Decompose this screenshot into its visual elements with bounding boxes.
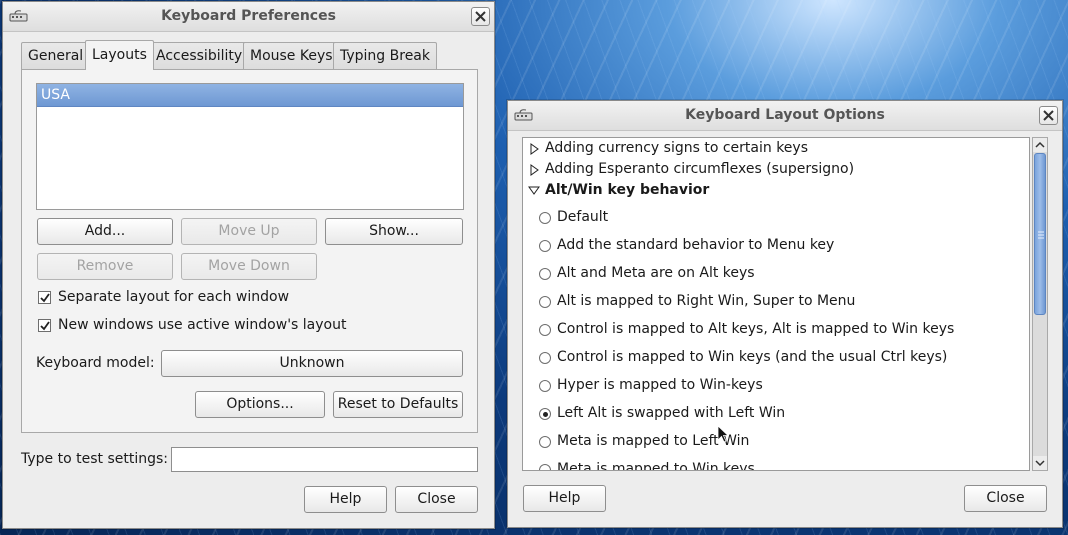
option-label: Control is mapped to Alt keys, Alt is ma…	[557, 321, 955, 337]
option-row-selected[interactable]: Left Alt is swapped with Left Win	[523, 404, 1029, 432]
option-label: Hyper is mapped to Win-keys	[557, 377, 763, 393]
close-icon	[1043, 110, 1054, 121]
option-radio[interactable]	[539, 268, 551, 280]
test-settings-input[interactable]	[171, 447, 478, 472]
mouse-pointer-icon	[717, 425, 730, 443]
triangle-down-icon[interactable]	[528, 186, 540, 196]
option-row[interactable]: Alt and Meta are on Alt keys	[523, 264, 1029, 292]
tree-group-esperanto[interactable]: Adding Esperanto circumflexes (supersign…	[523, 160, 1029, 181]
separate-layout-checkbox[interactable]	[38, 291, 51, 304]
separate-layout-label: Separate layout for each window	[58, 289, 290, 305]
tab-layouts[interactable]: Layouts	[85, 40, 154, 70]
option-label: Alt and Meta are on Alt keys	[557, 265, 755, 281]
option-radio[interactable]	[539, 212, 551, 224]
remove-layout-button[interactable]: Remove	[37, 253, 173, 280]
option-radio[interactable]	[539, 240, 551, 252]
test-settings-label: Type to test settings:	[21, 451, 168, 467]
option-row[interactable]: Control is mapped to Win keys (and the u…	[523, 348, 1029, 376]
option-row[interactable]: Default	[523, 208, 1029, 236]
options-help-button[interactable]: Help	[523, 485, 606, 512]
keyboard-model-label: Keyboard model:	[36, 355, 155, 371]
tree-group-label: Adding currency signs to certain keys	[545, 140, 808, 156]
options-window-title: Keyboard Layout Options	[685, 107, 885, 123]
move-down-button[interactable]: Move Down	[181, 253, 317, 280]
options-button[interactable]: Options...	[195, 391, 325, 418]
option-row[interactable]: Alt is mapped to Right Win, Super to Men…	[523, 292, 1029, 320]
options-close-button[interactable]: Close	[964, 485, 1047, 512]
option-label: Alt is mapped to Right Win, Super to Men…	[557, 293, 856, 309]
grip-icon	[1038, 231, 1044, 239]
option-row[interactable]: Add the standard behavior to Menu key	[523, 236, 1029, 264]
options-titlebar[interactable]: Keyboard Layout Options	[508, 101, 1062, 131]
option-radio[interactable]	[539, 324, 551, 336]
checkmark-icon	[40, 321, 50, 331]
tree-group-alt-win[interactable]: Alt/Win key behavior	[523, 181, 1029, 202]
prefs-window-title: Keyboard Preferences	[161, 8, 336, 24]
scroll-up-arrow[interactable]	[1033, 138, 1047, 152]
layout-row-usa[interactable]: USA	[37, 84, 463, 107]
chevron-down-icon	[1035, 460, 1045, 467]
triangle-right-icon[interactable]	[530, 143, 540, 155]
option-radio[interactable]	[539, 464, 551, 470]
scroll-thumb[interactable]	[1034, 153, 1046, 315]
options-scrollbar[interactable]	[1032, 137, 1048, 471]
show-layout-button[interactable]: Show...	[325, 218, 463, 245]
checkmark-icon	[40, 293, 50, 303]
layout-list[interactable]: USA	[36, 83, 464, 210]
options-close-window-button[interactable]	[1039, 106, 1058, 125]
prefs-close-window-button[interactable]	[471, 7, 490, 26]
tab-accessibility[interactable]: Accessibility	[149, 42, 250, 70]
close-icon	[475, 11, 486, 22]
prefs-help-button[interactable]: Help	[304, 486, 387, 513]
option-label: Add the standard behavior to Menu key	[557, 237, 835, 253]
option-row[interactable]: Control is mapped to Alt keys, Alt is ma…	[523, 320, 1029, 348]
new-windows-active-layout-checkbox[interactable]	[38, 319, 51, 332]
option-row[interactable]: Hyper is mapped to Win-keys	[523, 376, 1029, 404]
option-radio[interactable]	[539, 436, 551, 448]
tab-mouse-keys[interactable]: Mouse Keys	[243, 42, 340, 70]
option-row[interactable]: Meta is mapped to Win keys	[523, 460, 1029, 471]
layout-options-tree[interactable]: Adding currency signs to certain keys Ad…	[522, 137, 1030, 471]
add-layout-button[interactable]: Add...	[37, 218, 173, 245]
option-radio[interactable]	[539, 380, 551, 392]
scroll-down-arrow[interactable]	[1033, 456, 1047, 470]
prefs-titlebar[interactable]: Keyboard Preferences	[3, 2, 494, 32]
tree-group-currency[interactable]: Adding currency signs to certain keys	[523, 139, 1029, 160]
option-radio[interactable]	[539, 352, 551, 364]
option-radio[interactable]	[539, 296, 551, 308]
option-label: Default	[557, 209, 609, 225]
option-label: Left Alt is swapped with Left Win	[557, 405, 786, 421]
keyboard-model-button[interactable]: Unknown	[161, 350, 463, 377]
triangle-right-icon[interactable]	[530, 164, 540, 176]
tab-general[interactable]: General	[21, 42, 91, 70]
chevron-up-icon	[1035, 141, 1045, 148]
option-radio-checked[interactable]	[539, 408, 551, 420]
reset-to-defaults-button[interactable]: Reset to Defaults	[333, 391, 463, 418]
prefs-close-button[interactable]: Close	[395, 486, 478, 513]
tree-group-label: Adding Esperanto circumflexes (supersign…	[545, 161, 855, 177]
option-label: Meta is mapped to Win keys	[557, 461, 755, 471]
option-label: Control is mapped to Win keys (and the u…	[557, 349, 948, 365]
tab-typing-break[interactable]: Typing Break	[333, 42, 437, 70]
option-row[interactable]: Meta is mapped to Left Win	[523, 432, 1029, 460]
move-up-button[interactable]: Move Up	[181, 218, 317, 245]
new-windows-active-layout-label: New windows use active window's layout	[58, 317, 347, 333]
tree-group-label: Alt/Win key behavior	[545, 182, 710, 198]
